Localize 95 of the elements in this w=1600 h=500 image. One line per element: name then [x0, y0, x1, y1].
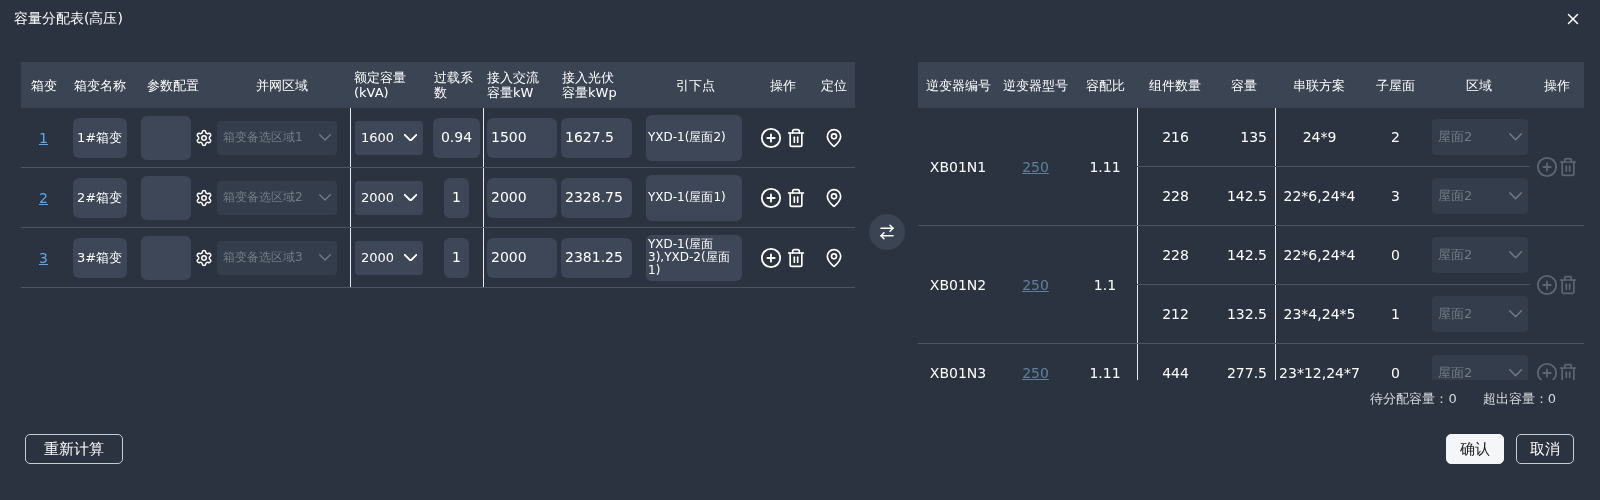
sub-roof-text: 1: [1391, 306, 1400, 322]
inverter-id: XB01N3: [929, 365, 987, 380]
inverter-id: XB01N1: [929, 158, 987, 175]
chevron-icon: [403, 253, 417, 262]
column-header: 接入交流容量kW: [486, 70, 540, 100]
delete-icon[interactable]: [786, 187, 806, 208]
column-header: 参数配置: [146, 77, 200, 93]
chevron-icon: [403, 133, 417, 142]
sub-roof-text: 0: [1391, 247, 1400, 263]
column-header: 操作: [769, 77, 797, 93]
chevron-icon: [1508, 251, 1522, 259]
cancel-button[interactable]: 取消: [1516, 434, 1574, 464]
chevron-icon: [1508, 369, 1522, 377]
pv-capacity-field[interactable]: 2328.75: [561, 177, 632, 218]
settings-icon[interactable]: [195, 188, 213, 207]
ratio-text: 1.11: [1089, 158, 1121, 175]
drop-point-field[interactable]: YXD-1(屋面1): [646, 174, 742, 221]
summary-text: 超出容量：0: [1482, 390, 1556, 408]
overload-field[interactable]: 1: [444, 177, 469, 218]
swap-icon: [877, 223, 896, 241]
chevron-icon: [319, 254, 331, 261]
column-header: 容配比: [1084, 77, 1126, 93]
scheme-text: 22*6,24*4: [1283, 188, 1356, 204]
location-icon[interactable]: [824, 187, 844, 208]
name-field[interactable]: 2#箱变: [72, 177, 127, 218]
column-header: 逆变器型号: [1002, 77, 1069, 93]
column-header: 区域: [1465, 77, 1493, 93]
capacity-text: 135: [1240, 129, 1267, 145]
count-text: 212: [1162, 306, 1189, 322]
column-header: 引下点: [675, 77, 716, 93]
column-header: 定位: [820, 77, 848, 93]
delete-icon[interactable]: [786, 247, 806, 268]
column-header: 箱变: [29, 77, 58, 93]
capacity-text: 142.5: [1226, 247, 1267, 263]
column-header: 容量: [1230, 77, 1258, 93]
sub-roof-text: 0: [1391, 365, 1400, 380]
sub-roof-text: 2: [1391, 129, 1400, 145]
pv-capacity-field[interactable]: 2381.25: [561, 237, 632, 278]
column-header: 组件数量: [1148, 77, 1202, 93]
capacity-select[interactable]: 1600: [355, 120, 423, 155]
ratio-text: 1.1: [1093, 276, 1117, 293]
row-link[interactable]: 3: [39, 249, 48, 266]
capacity-text: 132.5: [1226, 306, 1267, 322]
name-field[interactable]: 3#箱变: [72, 237, 127, 278]
column-header: 逆变器编号: [924, 77, 992, 93]
scheme-text: 23*4,24*5: [1283, 306, 1356, 322]
name-field[interactable]: 1#箱变: [72, 117, 127, 158]
ac-capacity-field[interactable]: 2000: [487, 177, 557, 218]
drop-point-field[interactable]: YXD-1(屋面2): [646, 114, 742, 161]
settings-icon[interactable]: [195, 248, 213, 267]
count-text: 444: [1162, 365, 1189, 380]
drop-point-field[interactable]: YXD-1(屋面3),YXD-2(屋面1): [646, 234, 742, 281]
window-title: 容量分配表(高压): [14, 10, 123, 28]
location-icon[interactable]: [824, 247, 844, 268]
capacity-text: 277.5: [1226, 365, 1267, 380]
pv-capacity-field[interactable]: 1627.5: [561, 117, 632, 158]
ac-capacity-field[interactable]: 1500: [487, 117, 557, 158]
chevron-icon: [1508, 192, 1522, 200]
scheme-text: 22*6,24*4: [1283, 247, 1356, 263]
column-header: 过载系数: [433, 70, 474, 100]
delete-icon[interactable]: [786, 127, 806, 148]
location-icon[interactable]: [824, 127, 844, 148]
capacity-text: 142.5: [1226, 188, 1267, 204]
inverter-id: XB01N2: [929, 276, 987, 293]
ac-capacity-field[interactable]: 2000: [487, 237, 557, 278]
summary-text: 待分配容量：0: [1370, 390, 1457, 408]
ratio-text: 1.11: [1089, 365, 1121, 380]
recalculate-button[interactable]: 重新计算: [25, 434, 123, 464]
scheme-text: 24*9: [1302, 129, 1337, 145]
settings-icon[interactable]: [195, 128, 213, 147]
column-header: 操作: [1543, 77, 1571, 93]
swap-button[interactable]: [868, 214, 905, 250]
column-header: 串联方案: [1292, 77, 1346, 93]
chevron-icon: [403, 193, 417, 202]
sub-roof-text: 3: [1391, 188, 1400, 204]
chevron-icon: [319, 194, 331, 201]
capacity-select[interactable]: 2000: [355, 240, 423, 275]
chevron-icon: [1508, 133, 1522, 141]
row-link[interactable]: 1: [39, 129, 48, 146]
overload-field[interactable]: 1: [444, 237, 469, 278]
count-text: 228: [1162, 188, 1189, 204]
column-header: 额定容量(kVA): [353, 70, 407, 100]
capacity-select[interactable]: 2000: [355, 180, 423, 215]
count-text: 228: [1162, 247, 1189, 263]
column-header: 并网区域: [254, 77, 309, 93]
column-header: 接入光伏容量kWp: [561, 70, 618, 100]
overload-field[interactable]: 0.94: [432, 117, 481, 158]
column-header: 子屋面: [1375, 77, 1416, 93]
chevron-icon: [1508, 310, 1522, 318]
count-text: 216: [1162, 129, 1189, 145]
confirm-button[interactable]: 确认: [1446, 434, 1504, 464]
row-link[interactable]: 2: [39, 189, 48, 206]
scheme-text: 23*12,24*7: [1279, 365, 1360, 380]
column-header: 箱变名称: [72, 77, 127, 93]
chevron-icon: [319, 134, 331, 141]
